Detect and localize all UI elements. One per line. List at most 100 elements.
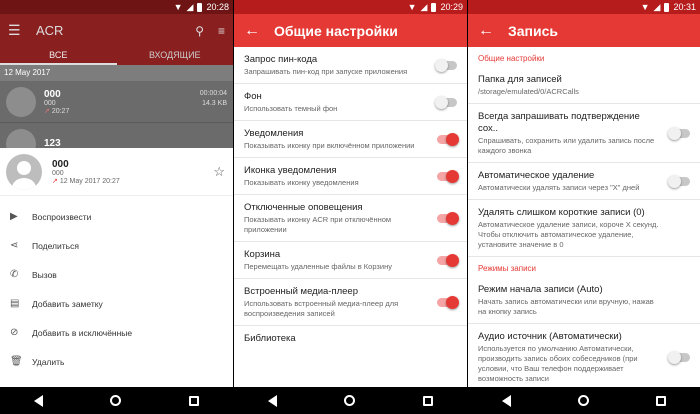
setting-media-player[interactable]: Встроенный медиа-плеер Использовать встр… xyxy=(234,279,467,326)
general-settings-screen: ▼ ◢ 20:29 ← Общие настройки Запрос пин-к… xyxy=(234,0,467,414)
pin-toggle[interactable] xyxy=(435,58,457,72)
setting-audio-source[interactable]: Аудио источник (Автоматически) Используе… xyxy=(468,324,700,387)
setting-trash[interactable]: Корзина Перемещать удаленные файлы в Кор… xyxy=(234,242,467,279)
notifications-toggle[interactable] xyxy=(437,132,459,146)
avatar xyxy=(6,86,36,117)
app-bar: ← Общие настройки xyxy=(234,14,467,47)
status-bar: ▼ ◢ 20:29 xyxy=(234,0,467,14)
back-arrow-icon[interactable]: ← xyxy=(244,22,274,40)
wifi-icon: ▼ xyxy=(173,1,183,12)
outgoing-arrow-icon: ↗ xyxy=(44,107,50,115)
call-actions-sheet: 000 000 ↗ 12 May 2017 20:27 ☆ ▶ Воспроизв… xyxy=(0,148,233,387)
sort-icon[interactable]: ≡ xyxy=(218,24,225,38)
share-icon: ⋖ xyxy=(10,240,19,251)
setting-title: Удалять слишком короткие записи (0) xyxy=(478,207,645,218)
setting-library[interactable]: Библиотека xyxy=(234,326,467,351)
action-label: Добавить заметку xyxy=(32,298,103,309)
setting-title: Запрос пин-кода xyxy=(244,54,318,65)
status-time: 20:29 xyxy=(440,2,463,12)
recents-nav-icon[interactable] xyxy=(656,395,667,406)
sheet-header: 000 000 ↗ 12 May 2017 20:27 ☆ xyxy=(0,148,233,196)
setting-record-mode[interactable]: Режим начала записи (Auto) Начать запись… xyxy=(468,277,700,324)
status-time: 20:31 xyxy=(673,2,696,12)
setting-desc: Начать запись автоматически или вручную,… xyxy=(478,297,654,316)
action-exclude[interactable]: ⊘ Добавить в исключённые xyxy=(0,318,233,347)
home-nav-icon[interactable] xyxy=(110,395,122,406)
tab-all[interactable]: ВСЕ xyxy=(0,47,117,65)
setting-desc: Перемещать удаленные файлы в Корзину xyxy=(244,262,392,271)
status-bar: ▼ ◢ 20:31 xyxy=(468,0,700,14)
tab-incoming[interactable]: ВХОДЯЩИЕ xyxy=(117,47,234,65)
battery-icon xyxy=(664,2,670,12)
recents-nav-icon[interactable] xyxy=(189,395,200,406)
setting-desc: Запрашивать пин-код при запуске приложен… xyxy=(244,67,408,76)
setting-desc: Показывать иконку ACR при отключённом пр… xyxy=(244,215,392,234)
call-datetime: 12 May 2017 20:27 xyxy=(59,177,120,185)
setting-desc: Показывать иконку при включённом приложе… xyxy=(244,141,415,150)
settings-list: Запрос пин-кода Запрашивать пин-код при … xyxy=(234,47,467,387)
setting-title: Автоматическое удаление xyxy=(478,170,595,181)
audio-source-toggle[interactable] xyxy=(668,350,690,364)
media-player-toggle[interactable] xyxy=(437,295,459,309)
action-delete[interactable]: 🗑 Удалить xyxy=(0,347,233,376)
setting-pin[interactable]: Запрос пин-кода Запрашивать пин-код при … xyxy=(234,47,467,84)
battery-icon xyxy=(431,2,437,12)
setting-notification-icon[interactable]: Иконка уведомления Показывать иконку уве… xyxy=(234,158,467,195)
action-play[interactable]: ▶ Воспроизвести xyxy=(0,202,233,231)
setting-delete-short[interactable]: Удалять слишком короткие записи (0) Авто… xyxy=(468,200,700,257)
call-list-screen: ▼ ◢ 20:28 ☰ ACR ⚲ ≡ ВСЕ ВХОДЯЩИЕ 12 May … xyxy=(0,0,233,414)
action-call[interactable]: ✆ Вызов xyxy=(0,260,233,289)
block-icon: ⊘ xyxy=(10,327,19,338)
call-size: 14.3 KB xyxy=(202,100,227,107)
trash-toggle[interactable] xyxy=(437,253,459,267)
setting-desc: Показывать иконку уведомления xyxy=(244,178,359,187)
back-nav-icon[interactable] xyxy=(501,394,511,407)
phone-icon: ✆ xyxy=(10,269,19,280)
page-title: Запись xyxy=(508,22,559,39)
setting-desc: Использовать встроенный медиа-плеер для … xyxy=(244,299,399,318)
wifi-icon: ▼ xyxy=(407,1,417,12)
search-icon[interactable]: ⚲ xyxy=(195,24,204,38)
action-share[interactable]: ⋖ Поделиться xyxy=(0,231,233,260)
signal-icon: ◢ xyxy=(420,1,428,12)
back-nav-icon[interactable] xyxy=(33,394,43,407)
menu-icon[interactable]: ☰ xyxy=(8,22,36,39)
background-toggle[interactable] xyxy=(435,95,457,109)
page-title: Общие настройки xyxy=(274,22,398,39)
setting-always-ask[interactable]: Всегда запрашивать подтверждение сох.. С… xyxy=(468,104,700,163)
recents-nav-icon[interactable] xyxy=(423,395,434,406)
play-icon: ▶ xyxy=(10,211,18,222)
avatar xyxy=(6,153,42,190)
call-meta: 00:00:04 14.3 KB xyxy=(200,89,227,109)
setting-disabled-alerts[interactable]: Отключенные оповещения Показывать иконку… xyxy=(234,195,467,242)
action-label: Добавить в исключённые xyxy=(32,327,133,338)
disabled-alerts-toggle[interactable] xyxy=(437,211,459,225)
nav-bar xyxy=(0,387,233,414)
note-icon: ▤ xyxy=(10,298,20,309)
app-bar: ☰ ACR ⚲ ≡ xyxy=(0,14,233,47)
call-duration: 00:00:04 xyxy=(199,90,227,97)
always-ask-toggle[interactable] xyxy=(668,126,690,140)
back-arrow-icon[interactable]: ← xyxy=(478,22,508,40)
home-nav-icon[interactable] xyxy=(344,395,356,406)
trash-icon: 🗑 xyxy=(10,356,23,367)
setting-auto-delete[interactable]: Автоматическое удаление Автоматически уд… xyxy=(468,163,700,200)
section-header: Общие настройки xyxy=(478,54,545,63)
back-nav-icon[interactable] xyxy=(267,394,277,407)
setting-title: Папка для записей xyxy=(478,74,562,85)
action-add-note[interactable]: ▤ Добавить заметку xyxy=(0,289,233,318)
call-row[interactable]: 000 000 ↗ 20:27 00:00:04 14.3 KB xyxy=(0,81,233,123)
setting-desc: Автоматически удалять записи через "X" д… xyxy=(478,183,640,192)
setting-folder[interactable]: Папка для записей /storage/emulated/0/AC… xyxy=(468,67,700,104)
setting-background[interactable]: Фон Использовать темный фон xyxy=(234,84,467,121)
call-name: 000 xyxy=(44,88,61,100)
call-time: 20:27 xyxy=(51,107,70,115)
nav-bar xyxy=(468,387,700,414)
auto-delete-toggle[interactable] xyxy=(668,174,690,188)
notification-icon-toggle[interactable] xyxy=(437,169,459,183)
setting-desc: Использовать темный фон xyxy=(244,104,338,113)
setting-title: Библиотека xyxy=(244,333,296,344)
star-icon[interactable]: ☆ xyxy=(213,164,225,180)
setting-notifications[interactable]: Уведомления Показывать иконку при включё… xyxy=(234,121,467,158)
home-nav-icon[interactable] xyxy=(577,395,589,406)
